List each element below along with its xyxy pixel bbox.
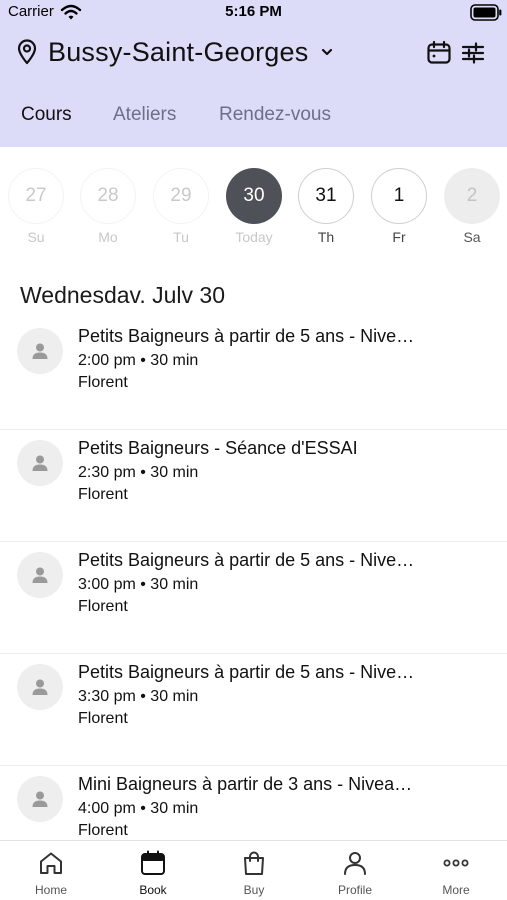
session-list-item[interactable]: Petits Baigneurs à partir de 5 ans - Niv… — [0, 542, 507, 654]
avatar — [17, 440, 63, 486]
tab-label: Profile — [337, 883, 372, 897]
day-number: 28 — [80, 168, 136, 224]
day-number: 1 — [371, 168, 427, 224]
person-placeholder-icon — [32, 455, 48, 471]
profile-icon — [344, 852, 366, 875]
avatar — [17, 552, 63, 598]
day-number: 2 — [444, 168, 500, 224]
day-label: Tu — [173, 229, 189, 245]
day-label: Fr — [392, 229, 406, 245]
day-th[interactable]: 31 Th — [298, 168, 354, 245]
home-icon — [40, 852, 62, 874]
tab-label: More — [442, 883, 470, 897]
tab-rendez-vous[interactable]: Rendez-vous — [219, 104, 331, 126]
day-su[interactable]: 27 Su — [8, 168, 64, 245]
status-bar: Carrier 5:16 PM — [0, 0, 507, 26]
calendar-icon[interactable] — [426, 40, 452, 66]
session-time: 2:00 pm • 30 min — [78, 352, 199, 369]
avatar — [17, 776, 63, 822]
day-label: Mo — [98, 229, 118, 245]
person-placeholder-icon — [32, 791, 48, 807]
filter-sliders-icon[interactable] — [460, 40, 486, 66]
day-mo[interactable]: 28 Mo — [80, 168, 136, 245]
location-name: Bussy-Saint-Georges — [48, 36, 309, 67]
session-title: Mini Baigneurs à partir de 3 ans - Nivea… — [78, 774, 413, 794]
tab-cours[interactable]: Cours — [21, 104, 72, 126]
battery-icon — [470, 4, 502, 21]
session-instructor: Florent — [78, 822, 128, 839]
person-placeholder-icon — [32, 567, 48, 583]
bottom-tab-bar: Home Book Buy Profile More — [0, 840, 507, 900]
tab-buy[interactable]: Buy — [214, 849, 294, 897]
session-title: Petits Baigneurs à partir de 5 ans - Niv… — [78, 550, 415, 570]
segment-tabs: Cours Ateliers Rendez-vous — [0, 100, 507, 132]
chevron-down-icon — [322, 48, 333, 56]
header: Carrier 5:16 PM Bussy-Saint-Georges Cour… — [0, 0, 507, 147]
day-tu[interactable]: 29 Tu — [153, 168, 209, 245]
session-time: 3:00 pm • 30 min — [78, 576, 199, 593]
session-instructor: Florent — [78, 710, 128, 727]
shopping-bag-icon — [244, 851, 264, 875]
tab-label: Home — [34, 883, 67, 897]
day-today[interactable]: 30 Today — [226, 168, 282, 245]
session-title: Petits Baigneurs - Séance d'ESSAI — [78, 438, 358, 458]
day-label: Today — [235, 229, 273, 245]
tab-book[interactable]: Book — [113, 849, 193, 897]
session-time: 4:00 pm • 30 min — [78, 800, 199, 817]
day-number: 29 — [153, 168, 209, 224]
person-placeholder-icon — [32, 679, 48, 695]
session-list-item[interactable]: Petits Baigneurs - Séance d'ESSAI 2:30 p… — [0, 430, 507, 542]
book-calendar-icon — [141, 850, 165, 875]
day-number: 30 — [226, 168, 282, 224]
session-time: 2:30 pm • 30 min — [78, 464, 199, 481]
tab-more[interactable]: More — [416, 849, 496, 897]
tab-home[interactable]: Home — [11, 849, 91, 897]
avatar — [17, 328, 63, 374]
tab-ateliers[interactable]: Ateliers — [113, 104, 176, 126]
day-fr[interactable]: 1 Fr — [371, 168, 427, 245]
session-instructor: Florent — [78, 374, 128, 391]
session-instructor: Florent — [78, 486, 128, 503]
date-heading: Wednesdav. Julv 30 — [20, 282, 225, 308]
day-label: Sa — [463, 229, 481, 245]
tab-label: Book — [139, 883, 167, 897]
session-title: Petits Baigneurs à partir de 5 ans - Niv… — [78, 326, 415, 346]
day-label: Th — [317, 229, 335, 245]
week-day-selector: 27 Su 28 Mo 29 Tu 30 Today 31 Th 1 Fr 2 … — [0, 168, 507, 250]
avatar — [17, 664, 63, 710]
location-selector[interactable]: Bussy-Saint-Georges — [16, 33, 334, 71]
more-dots-icon — [443, 859, 469, 867]
day-sa[interactable]: 2 Sa — [444, 168, 500, 245]
session-title: Petits Baigneurs à partir de 5 ans - Niv… — [78, 662, 415, 682]
day-label: Su — [27, 229, 45, 245]
day-number: 31 — [298, 168, 354, 224]
session-instructor: Florent — [78, 598, 128, 615]
day-number: 27 — [8, 168, 64, 224]
session-time: 3:30 pm • 30 min — [78, 688, 199, 705]
status-time: 5:16 PM — [225, 3, 282, 20]
session-list-item[interactable]: Petits Baigneurs à partir de 5 ans - Niv… — [0, 318, 507, 430]
tab-label: Buy — [243, 883, 265, 897]
person-placeholder-icon — [32, 343, 48, 359]
location-pin-icon — [17, 39, 37, 65]
session-list-item[interactable]: Petits Baigneurs à partir de 5 ans - Niv… — [0, 654, 507, 766]
tab-profile[interactable]: Profile — [315, 849, 395, 897]
